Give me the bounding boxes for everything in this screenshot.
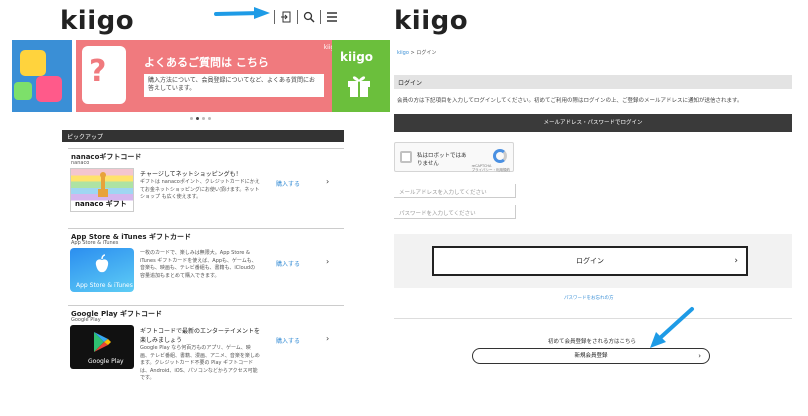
login-button[interactable]: ログイン › [432,246,748,276]
site-logo[interactable]: kiigo [60,6,134,36]
recaptcha-checkbox[interactable] [400,151,412,163]
product-card-nanaco[interactable]: nanacoギフトコード nanaco nanaco ギフト チャージしてネット… [68,148,344,212]
nanaco-card-image[interactable]: nanaco ギフト [70,168,134,212]
chevron-right-icon[interactable]: › [326,257,329,266]
chevron-right-icon[interactable]: › [326,334,329,343]
pickup-heading: ピックアップ [62,130,344,142]
register-button-label: 新規会員登録 [574,353,608,359]
buy-link[interactable]: 購入する [276,336,300,345]
annotation-arrow-icon [214,7,270,19]
product-card-apple[interactable]: App Store & iTunes ギフトカード App Store & iT… [68,228,344,294]
slider-dot-active[interactable] [196,117,199,120]
giraffe-icon [98,172,108,197]
thumb-label: Google Play [88,358,124,365]
slide-next-logo: kiigo [340,50,374,64]
card-subtitle: Google Play [71,317,101,323]
first-time-text: 初めて会員登録をされる方はこちら [548,339,637,345]
card-lead: チャージしてネットショッピングも！ [140,171,242,178]
banner-slider[interactable]: ? kiigo よくあるご質問は こちら 購入方法について、会員登録についてなど… [12,40,390,112]
chevron-right-icon: › [698,352,701,360]
recaptcha-links: reCAPTCHA プライバシー・利用規約 [472,164,510,173]
slider-dots[interactable] [190,117,211,120]
google-play-icon [94,332,111,352]
right-page: kiigo kiigo > ログイン ログイン 会員の方は下記項目を入力してログ… [394,0,808,416]
apple-logo-icon [95,254,109,273]
section-title: ログイン [394,75,792,89]
login-button-label: ログイン [576,257,604,265]
card-body: ギフトは nanacoポイント、クレジットカードにかえてお金ネットショッピングに… [140,179,260,200]
slide-title: よくあるご質問は こちら [144,56,269,69]
question-mark-icon: ? [89,54,107,89]
slider-dot[interactable] [190,117,193,120]
chevron-right-icon[interactable]: › [326,177,329,186]
divider [394,318,792,319]
menu-icon[interactable] [321,9,343,25]
chevron-right-icon: › [734,256,738,266]
login-intro: 会員の方は下記項目を入力してログインしてください。初めてご利用の際はログインの上… [397,98,743,104]
thumb-label: App Store & iTunes [76,282,133,289]
recaptcha-privacy[interactable]: プライバシー・利用規約 [472,168,510,172]
slide-next[interactable]: kiigo [332,40,390,112]
card-body: Google Play なら何百万ものアプリ、ゲーム、映画、テレビ番組、書籍、漫… [140,345,260,381]
search-icon[interactable] [298,9,320,25]
slide-previous[interactable] [12,40,72,112]
slider-dot[interactable] [202,117,205,120]
email-field[interactable]: メールアドレスを入力してください [394,184,516,198]
card-subtitle: App Store & iTunes [71,240,119,246]
annotation-arrow-icon [650,307,694,348]
password-field[interactable]: パスワードを入力してください [394,205,516,219]
apple-card-image[interactable]: App Store & iTunes [70,248,134,292]
card-description: ギフトコードで最新のエンターテイメントを楽しみましょう Google Play … [140,327,260,383]
recaptcha-widget[interactable]: 私はロボットではありません reCAPTCHA プライバシー・利用規約 [394,142,514,172]
product-card-google-play[interactable]: Google Play ギフトコード Google Play Google Pl… [68,305,344,381]
card-subtitle: nanaco [71,160,90,166]
recaptcha-logo-icon [493,149,507,163]
breadcrumb-separator: > [410,50,415,56]
header-icons [274,9,343,25]
login-button-area: ログイン › [394,234,792,288]
recaptcha-label: 私はロボットではありません [417,153,467,167]
buy-link[interactable]: 購入する [276,179,300,188]
login-icon[interactable] [275,9,297,25]
left-page: kiigo ? kiigo よくあるご質問は こちら 購入方法について、会員登録… [0,0,390,416]
slide-subtitle: 購入方法について、会員登録についてなど、よくある質問にお答えしています。 [144,74,324,97]
breadcrumb: kiigo > ログイン [397,49,436,56]
register-button[interactable]: 新規会員登録 › [472,348,710,364]
gift-icon [348,76,370,97]
google-play-card-image[interactable]: Google Play [70,325,134,369]
slide-faq[interactable]: ? kiigo よくあるご質問は こちら 購入方法について、会員登録についてなど… [76,40,342,112]
breadcrumb-home[interactable]: kiigo [397,50,409,56]
form-header: メールアドレス・パスワードでログイン [394,114,792,132]
card-lead: ギフトコードで最新のエンターテイメントを楽しみましょう [140,328,261,344]
card-body: 一枚のカードで、楽しみは無限大。App Store & iTunes ギフトカー… [140,250,257,279]
forgot-password-link[interactable]: パスワードをお忘れの方 [564,295,614,301]
card-description: 一枚のカードで、楽しみは無限大。App Store & iTunes ギフトカー… [140,250,260,280]
thumb-label: nanaco ギフト [75,200,127,208]
buy-link[interactable]: 購入する [276,259,300,268]
site-logo[interactable]: kiigo [394,6,468,36]
card-description: チャージしてネットショッピングも！ ギフトは nanacoポイント、クレジットカ… [140,170,260,202]
slider-dot[interactable] [208,117,211,120]
breadcrumb-current: ログイン [416,50,437,56]
